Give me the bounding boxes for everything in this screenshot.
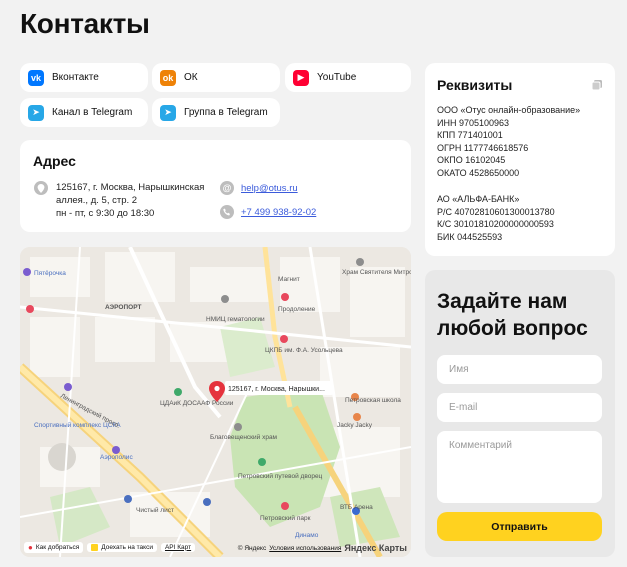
requisites-card: Реквизиты ООО «Отус онлайн-образование» И…	[425, 63, 615, 256]
route-button[interactable]: ● Как добраться	[24, 541, 84, 553]
map-label: Магнит	[278, 276, 300, 283]
youtube-icon: ▶	[293, 69, 309, 86]
copy-icon[interactable]	[591, 78, 603, 91]
working-hours: пн - пт, с 9:30 до 18:30	[56, 208, 155, 219]
address-line: аллея., д. 5, стр. 2	[56, 195, 138, 206]
map-label: Jacky Jacky	[337, 422, 373, 429]
requisite-line: Р/С 40702810601300013780	[437, 206, 555, 217]
route-pin-icon: ●	[28, 542, 33, 552]
taxi-button[interactable]: Доехать на такси	[87, 542, 157, 552]
api-link[interactable]: API Карт	[160, 542, 196, 552]
map-label: Аэрополис	[100, 454, 133, 461]
map-label: Петровская школа	[345, 397, 401, 404]
social-link-telegram-channel[interactable]: ➤ Канал в Telegram	[20, 98, 148, 127]
requisite-line: К/С 30101810200000000593	[437, 219, 554, 229]
map-label: Чистый лист	[136, 506, 174, 514]
social-label: ОК	[184, 72, 198, 83]
marker-label: 125167, г. Москва, Нарышки...	[228, 386, 325, 393]
terms-link[interactable]: Условия использования	[269, 545, 341, 552]
address-line: 125167, г. Москва, Нарышкинская	[56, 182, 205, 193]
requisite-line: ОКПО 16102045	[437, 155, 506, 165]
map-label: ВТБ Арена	[340, 504, 373, 511]
yandex-maps-logo[interactable]: Яндекс Карты	[344, 543, 407, 553]
telegram-icon: ➤	[28, 104, 44, 121]
taxi-icon	[91, 543, 99, 551]
social-link-telegram-group[interactable]: ➤ Группа в Telegram	[152, 98, 280, 127]
map-canvas[interactable]: Пятёрочка АЭРОПОРТ НМИЦ гематологии Прод…	[20, 247, 411, 557]
requisite-line: КПП 771401001	[437, 130, 503, 140]
requisite-line: ИНН 9705100963	[437, 117, 510, 128]
map[interactable]: Пятёрочка АЭРОПОРТ НМИЦ гематологии Прод…	[20, 247, 411, 557]
requisite-line: АО «АЛЬФА-БАНК»	[437, 194, 520, 204]
map-label: ЦКПБ им. Ф.А. Усольцева	[265, 347, 343, 354]
map-copyright: © Яндекс	[237, 544, 267, 552]
requisite-line: ОГРН 1177746618576	[437, 142, 529, 153]
address-card: Адрес 125167, г. Москва, Нарышкинская ал…	[20, 140, 411, 232]
social-label: Вконтакте	[52, 72, 99, 83]
form-title-line: любой вопрос	[437, 317, 588, 340]
ok-icon: ok	[160, 69, 176, 86]
comment-field[interactable]: Комментарий	[437, 431, 602, 503]
page-title: Контакты	[20, 8, 150, 39]
requisite-line: ОКАТО 4528650000	[437, 167, 520, 178]
map-label: Петровский парк	[260, 514, 311, 522]
address-title: Адрес	[33, 153, 76, 169]
name-field[interactable]: Имя	[437, 355, 602, 384]
requisite-line: БИК 044525593	[437, 231, 503, 242]
social-link-youtube[interactable]: ▶ YouTube	[285, 63, 411, 92]
map-label: Благовещенский храм	[210, 433, 278, 441]
map-label: АЭРОПОРТ	[105, 304, 141, 311]
map-label: Пятёрочка	[34, 270, 66, 277]
social-label: Канал в Telegram	[52, 107, 133, 118]
vk-icon: vk	[28, 69, 44, 86]
requisites-title: Реквизиты	[437, 77, 513, 93]
taxi-label: Доехать на такси	[101, 543, 153, 551]
map-label: Петровский путевой дворец	[238, 472, 323, 480]
phone-link[interactable]: +7 499 938-92-02	[241, 207, 316, 218]
social-label: YouTube	[317, 72, 357, 83]
email-field[interactable]: E-mail	[437, 393, 602, 422]
map-label: ЦДАиК ДОСААФ России	[160, 400, 234, 407]
route-label: Как добраться	[35, 543, 80, 551]
phone-icon	[220, 205, 234, 219]
map-label: Динамо	[295, 532, 319, 539]
map-label: Продоление	[278, 306, 316, 313]
email-link[interactable]: help@otus.ru	[241, 183, 298, 194]
social-link-ok[interactable]: ok ОК	[152, 63, 280, 92]
social-link-vk[interactable]: vk Вконтакте	[20, 63, 148, 92]
requisite-line: ООО «Отус онлайн-образование»	[437, 105, 581, 115]
question-form: Задайте нам любой вопрос Имя E-mail Комм…	[425, 270, 615, 557]
submit-button[interactable]: Отправить	[437, 512, 602, 541]
telegram-icon: ➤	[160, 104, 176, 121]
location-pin-icon	[34, 181, 48, 195]
map-label: Храм Святителя Митрофана	[342, 269, 411, 276]
map-label: НМИЦ гематологии	[206, 316, 265, 323]
form-title-line: Задайте нам	[437, 290, 568, 313]
social-label: Группа в Telegram	[184, 107, 268, 118]
email-icon: @	[220, 181, 234, 195]
